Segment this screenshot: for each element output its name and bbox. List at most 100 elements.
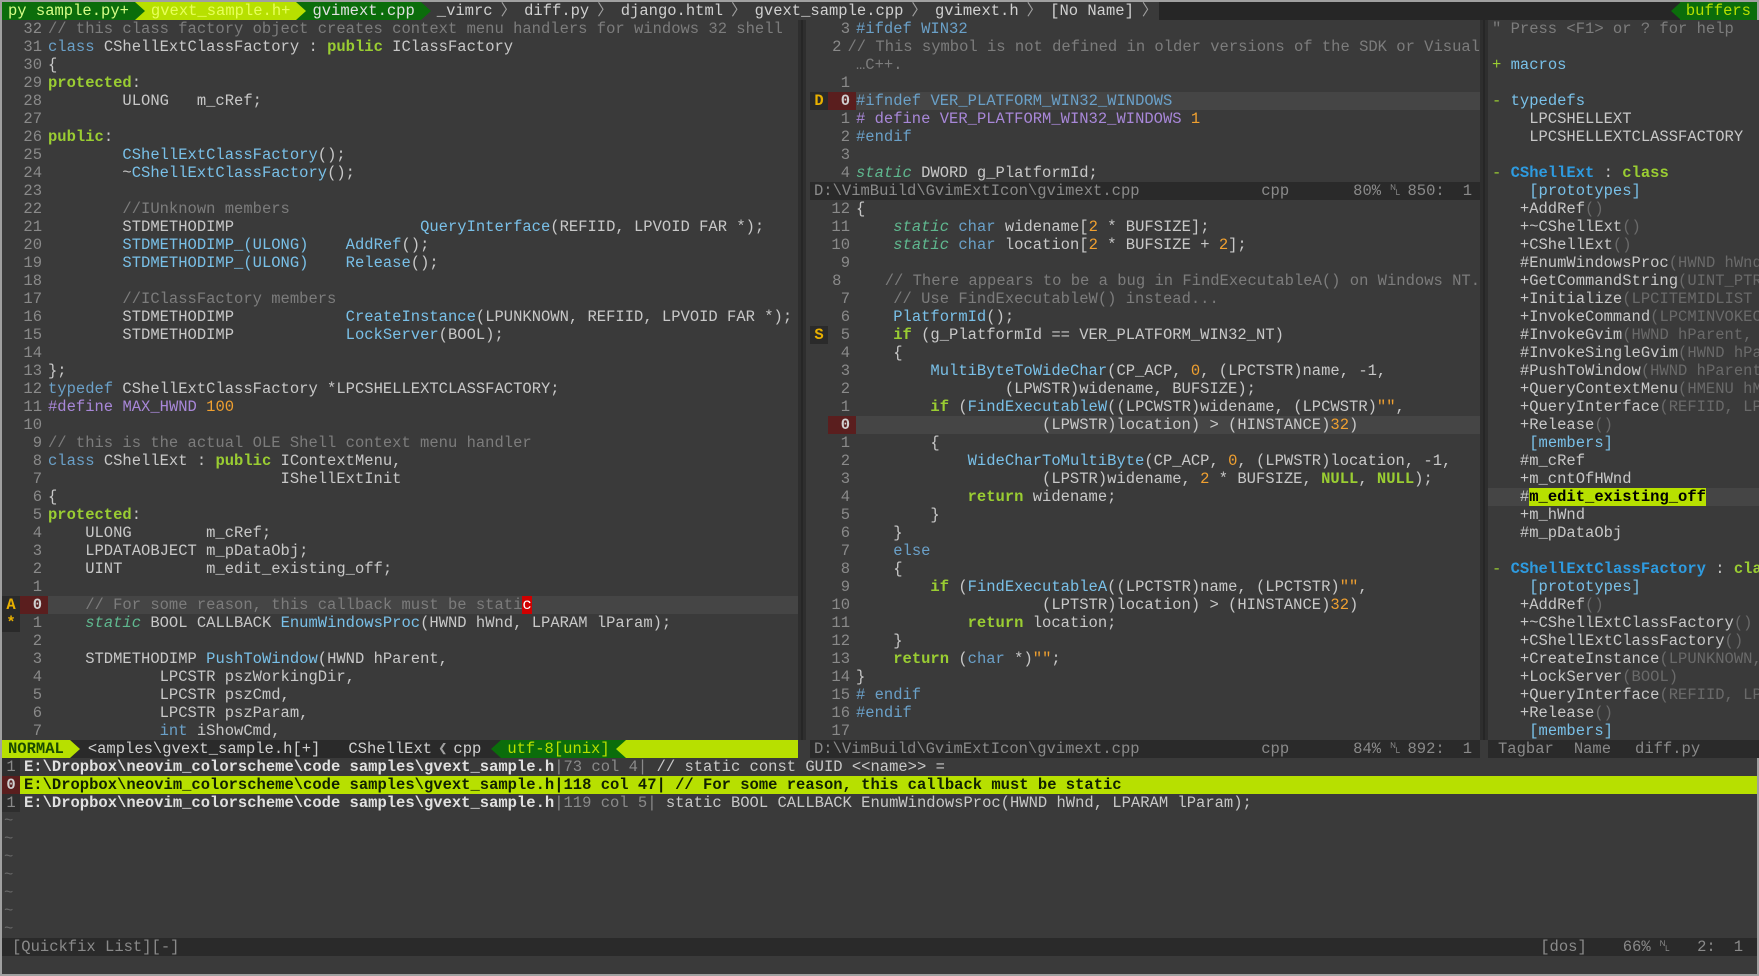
tagbar-item[interactable]: +QueryContextMenu(HMENU hM> [1488,380,1759,398]
code-line[interactable]: 6 LPCSTR pszParam, [2,704,798,722]
tagbar-item[interactable]: " Press <F1> or ? for help [1488,20,1759,38]
tagbar-item[interactable]: +Release() [1488,704,1759,722]
code-line[interactable]: 6{ [2,488,798,506]
vertical-split-divider[interactable] [798,20,806,740]
tab-gvext-sample-cpp[interactable]: gvext_sample.cpp [748,2,910,20]
code-line[interactable]: 22 //IUnknown members [2,200,798,218]
code-line[interactable]: 5 LPCSTR pszCmd, [2,686,798,704]
code-line[interactable]: 25 CShellExtClassFactory(); [2,146,798,164]
tagbar-item[interactable]: +~CShellExtClassFactory() [1488,614,1759,632]
tagbar-item[interactable] [1488,146,1759,164]
quickfix-item[interactable]: 0 E:\Dropbox\neovim_colorscheme\code samp… [2,776,1757,794]
tagbar-item[interactable]: +AddRef() [1488,596,1759,614]
code-line[interactable]: D 0 #ifndef VER_PLATFORM_WIN32_WINDOWS [810,92,1480,110]
code-line[interactable]: 10 [2,416,798,434]
code-line[interactable]: 17 [810,722,1480,740]
code-line[interactable]: 9 [810,254,1480,272]
code-line[interactable]: 4 { [810,344,1480,362]
tagbar-item[interactable]: [prototypes] [1488,578,1759,596]
code-line[interactable]: 1 [810,74,1480,92]
middle-bottom-editor-window[interactable]: 12{11 static char widename[2 * BUFSIZE];… [810,200,1480,740]
quickfix-item[interactable]: 1 E:\Dropbox\neovim_colorscheme\code samp… [2,758,1757,776]
tagbar-item[interactable]: +CShellExtClassFactory() [1488,632,1759,650]
code-line[interactable]: 7 int iShowCmd, [2,722,798,740]
quickfix-item[interactable]: 1 E:\Dropbox\neovim_colorscheme\code samp… [2,794,1757,812]
code-line[interactable]: 7 else [810,542,1480,560]
tagbar-item[interactable]: +Release() [1488,416,1759,434]
tagbar-item[interactable]: +AddRef() [1488,200,1759,218]
tab-gvimext-h[interactable]: gvimext.h [928,2,1025,20]
code-line[interactable]: 3 (LPSTR)widename, 2 * BUFSIZE, NULL, NU… [810,470,1480,488]
code-line[interactable]: 10 static char location[2 * BUFSIZE + 2]… [810,236,1480,254]
tagbar-item[interactable]: +CreateInstance(LPUNKNOWN,> [1488,650,1759,668]
tab-no-name[interactable]: [No Name] [1044,2,1140,20]
code-line[interactable]: …C++. [810,56,1480,74]
code-line[interactable]: 8 // There appears to be a bug in FindEx… [810,272,1480,290]
code-line[interactable]: 24 ~CShellExtClassFactory(); [2,164,798,182]
code-line[interactable]: 12 typedef CShellExtClassFactory *LPCSHEL… [2,380,798,398]
tagbar-item[interactable]: +~CShellExt() [1488,218,1759,236]
code-line[interactable]: 3 LPDATAOBJECT m_pDataObj; [2,542,798,560]
tagbar-item[interactable]: +QueryInterface(REFIID, LP> [1488,398,1759,416]
code-line[interactable]: 13 return (char *)""; [810,650,1480,668]
tagbar-item[interactable]: - CShellExt : class [1488,164,1759,182]
code-line[interactable]: 1 # define VER_PLATFORM_WIN32_WINDOWS 1 [810,110,1480,128]
code-line[interactable]: 4 LPCSTR pszWorkingDir, [2,668,798,686]
code-line[interactable]: 1 if (FindExecutableW((LPCWSTR)widename,… [810,398,1480,416]
left-editor-window[interactable]: 32// this class factory object creates c… [2,20,798,740]
tagbar-item[interactable]: [prototypes] [1488,182,1759,200]
tagbar-item[interactable] [1488,542,1759,560]
tagbar-item[interactable] [1488,74,1759,92]
code-line[interactable]: 23 [2,182,798,200]
code-line[interactable]: 4 ULONG m_cRef; [2,524,798,542]
code-line[interactable]: 19 STDMETHODIMP_(ULONG) Release(); [2,254,798,272]
code-line[interactable]: 1 { [810,434,1480,452]
tagbar-item[interactable]: +m_cntOfHWnd [1488,470,1759,488]
code-line[interactable]: 28 ULONG m_cRef; [2,92,798,110]
code-line[interactable]: 2 [2,632,798,650]
code-line[interactable]: 6 } [810,524,1480,542]
tagbar-item[interactable]: +LockServer(BOOL) [1488,668,1759,686]
code-line[interactable]: 30 { [2,56,798,74]
code-line[interactable]: 32 // this class factory object creates c… [2,20,798,38]
code-line[interactable]: 10 (LPTSTR)location) > (HINSTANCE)32) [810,596,1480,614]
code-line[interactable]: 16 STDMETHODIMP CreateInstance(LPUNKNOWN… [2,308,798,326]
code-line[interactable]: 5 protected: [2,506,798,524]
tagbar-item[interactable]: - typedefs [1488,92,1759,110]
code-line[interactable]: 17 //IClassFactory members [2,290,798,308]
code-line[interactable]: 3 STDMETHODIMP PushToWindow(HWND hParent… [2,650,798,668]
code-line[interactable]: 29 protected: [2,74,798,92]
tagbar-item[interactable]: #m_pDataObj [1488,524,1759,542]
tagbar-item[interactable]: #EnumWindowsProc(HWND hWnd> [1488,254,1759,272]
code-line[interactable]: 14 [2,344,798,362]
code-line[interactable]: 26 public: [2,128,798,146]
tagbar-item[interactable]: + macros [1488,56,1759,74]
code-line[interactable]: 0 (LPWSTR)location) > (HINSTANCE)32) [810,416,1480,434]
code-line[interactable]: 4 static DWORD g_PlatformId; [810,164,1480,182]
tagbar-item[interactable]: +InvokeCommand(LPCMINVOKEC> [1488,308,1759,326]
tab-gvimext-cpp[interactable]: gvimext.cpp [306,2,421,20]
code-line[interactable]: 4 return widename; [810,488,1480,506]
tagbar-item[interactable]: #InvokeGvim(HWND hParent, > [1488,326,1759,344]
code-line[interactable]: 6 PlatformId(); [810,308,1480,326]
code-line[interactable]: A0 // For some reason, this callback mus… [2,596,798,614]
code-line[interactable]: * 1 static BOOL CALLBACK EnumWindowsProc(… [2,614,798,632]
code-line[interactable]: 18 [2,272,798,290]
code-line[interactable]: 11 static char widename[2 * BUFSIZE]; [810,218,1480,236]
tagbar-item[interactable]: #m_cRef [1488,452,1759,470]
code-line[interactable]: 11 #define MAX_HWND 100 [2,398,798,416]
code-line[interactable]: 15 STDMETHODIMP LockServer(BOOL); [2,326,798,344]
code-line[interactable]: 2 WideCharToMultiByte(CP_ACP, 0, (LPWSTR… [810,452,1480,470]
tagbar-item[interactable]: #InvokeSingleGvim(HWND hPa> [1488,344,1759,362]
code-line[interactable]: 5 } [810,506,1480,524]
code-line[interactable]: 31 class CShellExtClassFactory : public I… [2,38,798,56]
code-line[interactable]: 16 #endif [810,704,1480,722]
buffers-label[interactable]: buffers [1679,2,1757,20]
code-line[interactable]: 12 } [810,632,1480,650]
tab-django-html[interactable]: django.html [614,2,730,20]
code-line[interactable]: 7 IShellExtInit [2,470,798,488]
tab-py-sample-py[interactable]: py sample.py+ [2,2,135,20]
code-line[interactable]: 2 #endif [810,128,1480,146]
code-line[interactable]: 3 MultiByteToWideChar(CP_ACP, 0, (LPCTST… [810,362,1480,380]
code-line[interactable]: 8 class CShellExt : public IContextMenu, [2,452,798,470]
